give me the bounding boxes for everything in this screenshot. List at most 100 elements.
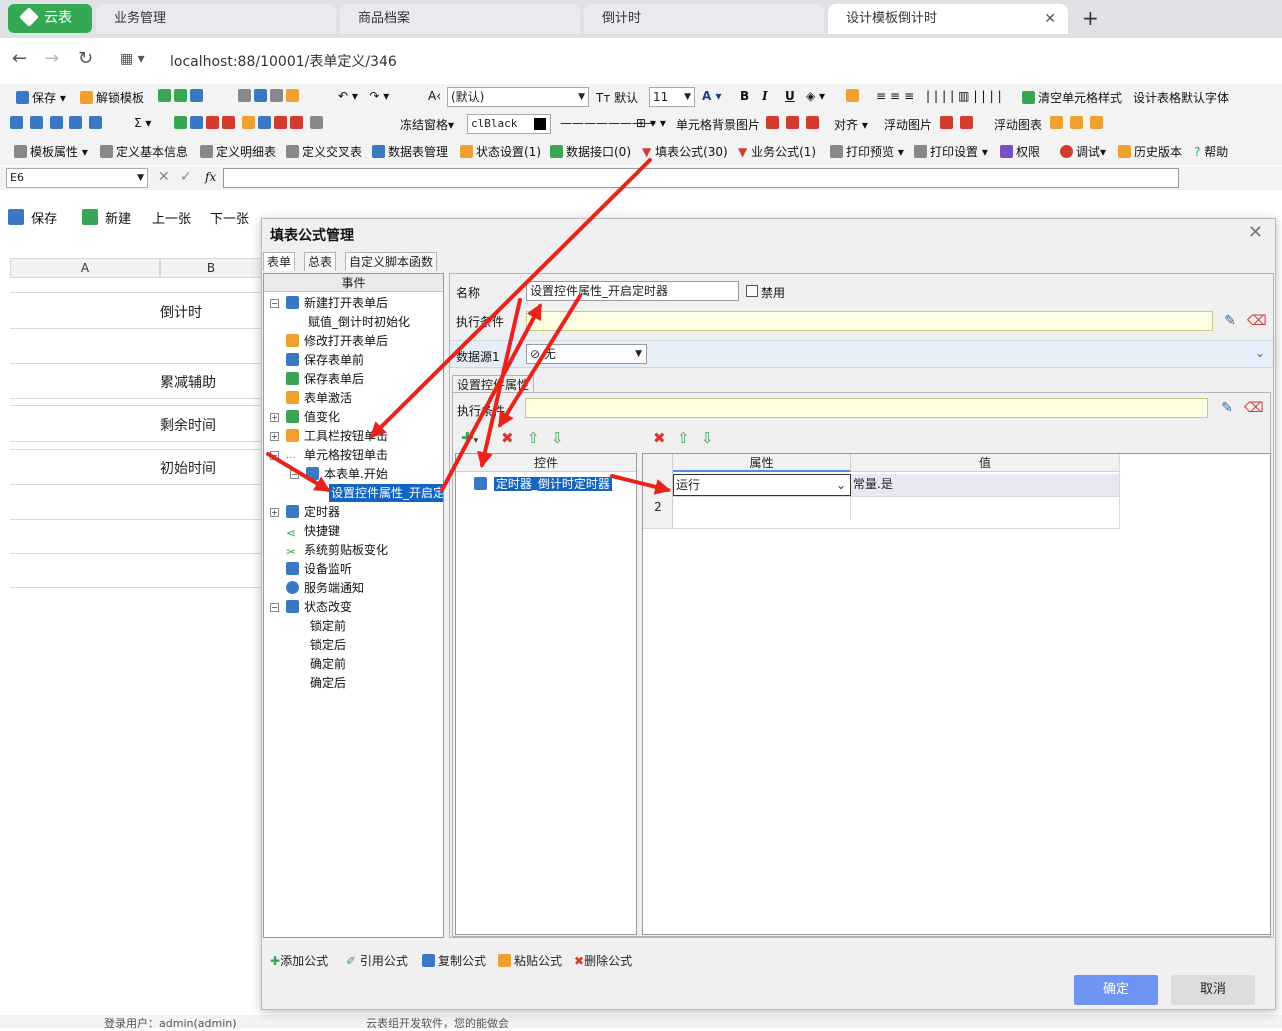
cell-bg-image-button[interactable]: 单元格背景图片 bbox=[676, 116, 760, 133]
tree-item-new-open[interactable]: 新建打开表单后 bbox=[286, 294, 388, 312]
delete-formula-button[interactable]: ✖删除公式 bbox=[574, 952, 632, 969]
datatable-mgmt-button[interactable]: 数据表管理 bbox=[372, 143, 448, 160]
undo-redo-icons[interactable]: ↶ ▾ ↷ ▾ bbox=[338, 89, 389, 103]
underline-button[interactable]: U bbox=[785, 89, 795, 103]
apps-grid-icon[interactable]: ▦ ▾ bbox=[120, 51, 145, 67]
value-cell[interactable] bbox=[851, 497, 1119, 519]
tree-item-before-lock[interactable]: 锁定前 bbox=[310, 617, 346, 635]
template-props-button[interactable]: 模板属性 ▾ bbox=[14, 143, 88, 160]
cell-countdown[interactable]: 倒计时 bbox=[160, 302, 202, 322]
state-setting-button[interactable]: 状态设置(1) bbox=[460, 143, 541, 160]
tab-form[interactable]: 表单 bbox=[263, 252, 296, 271]
font-size-select[interactable]: 11 ▼ bbox=[649, 87, 695, 107]
import-icon[interactable] bbox=[158, 89, 206, 103]
tree-item-after-save[interactable]: 保存表单后 bbox=[286, 370, 364, 388]
prev-button[interactable]: 上一张 bbox=[152, 208, 191, 227]
font-name-select[interactable]: (默认) ▼ bbox=[447, 87, 589, 107]
prop-cell-select[interactable]: 运行 ⌄ bbox=[673, 474, 851, 496]
add-formula-button[interactable]: ✚添加公式 bbox=[270, 952, 328, 969]
eraser-icon[interactable]: ⌫ bbox=[1244, 400, 1264, 416]
cell-lock-icon[interactable] bbox=[846, 89, 862, 103]
edit-icon[interactable]: ✎ bbox=[1219, 400, 1235, 416]
grid-layout-icons[interactable] bbox=[10, 116, 105, 130]
tab-custom-script[interactable]: 自定义脚本函数 bbox=[345, 252, 438, 271]
tab-countdown[interactable]: 倒计时 bbox=[584, 4, 824, 34]
move-up-icon[interactable]: ⇧ bbox=[527, 429, 540, 447]
fill-formula-button[interactable]: ▼ 填表公式(30) bbox=[642, 143, 728, 160]
tree-item-server-notify[interactable]: 服务端通知 bbox=[286, 579, 364, 597]
collapse-toggle[interactable]: − bbox=[270, 299, 279, 308]
close-icon[interactable]: ✕ bbox=[1044, 4, 1056, 34]
ok-button[interactable]: 确定 bbox=[1074, 975, 1158, 1005]
expand-toggle[interactable]: + bbox=[270, 432, 279, 441]
column-header-a[interactable]: A bbox=[10, 258, 160, 278]
expand-toggle[interactable]: + bbox=[270, 508, 279, 517]
clear-style-button[interactable]: 清空单元格样式 bbox=[1022, 89, 1122, 106]
move-down-icon[interactable]: ⇩ bbox=[551, 429, 564, 447]
chevron-down-icon[interactable]: ⌄ bbox=[836, 475, 846, 495]
cross-table-button[interactable]: 定义交叉表 bbox=[286, 143, 362, 160]
list-item[interactable]: 定时器_倒计时定时器 bbox=[474, 474, 612, 496]
confirm-edit-icon[interactable]: ✓ bbox=[180, 169, 192, 185]
print-preview-button[interactable]: 打印预览 ▾ bbox=[830, 143, 904, 160]
italic-button[interactable]: I bbox=[762, 89, 768, 103]
sub-exec-cond-input[interactable] bbox=[525, 398, 1208, 418]
tree-item-state-change[interactable]: 状态改变 bbox=[286, 598, 352, 616]
default-table-font-button[interactable]: 设计表格默认字体 bbox=[1133, 89, 1229, 106]
tree-item-assign-init[interactable]: 赋值_倒计时初始化 bbox=[308, 313, 410, 331]
collapse-toggle[interactable]: − bbox=[270, 451, 279, 460]
fill-color-icon[interactable]: ◈ ▾ bbox=[806, 89, 825, 103]
new-tab-icon[interactable]: + bbox=[1082, 6, 1099, 30]
name-input[interactable]: 设置控件属性_开启定时器 bbox=[526, 281, 739, 301]
formula-input[interactable] bbox=[223, 168, 1179, 188]
tree-item-before-confirm[interactable]: 确定前 bbox=[310, 655, 346, 673]
border-icon[interactable]: ⊞ ▾ bbox=[636, 116, 656, 130]
bold-button[interactable]: B bbox=[740, 89, 749, 103]
default-font-button[interactable]: Tт 默认 bbox=[596, 89, 638, 106]
font-color-icon[interactable]: A ▾ bbox=[702, 89, 722, 103]
align-button[interactable]: 对齐 ▾ bbox=[834, 116, 868, 133]
color-select[interactable]: clBlack bbox=[467, 114, 551, 134]
chart-icons[interactable] bbox=[1050, 116, 1106, 130]
cell-decrement-aux[interactable]: 累减辅助 bbox=[160, 372, 216, 392]
unlock-template-button[interactable]: 解锁模板 bbox=[80, 89, 144, 106]
float-image-button[interactable]: 浮动图片 bbox=[884, 116, 932, 133]
save-template-button[interactable]: 保存 ▾ bbox=[16, 89, 66, 106]
tree-item-before-save[interactable]: 保存表单前 bbox=[286, 351, 364, 369]
tree-item-timer[interactable]: 定时器 bbox=[286, 503, 340, 521]
forward-icon[interactable]: → bbox=[44, 48, 59, 69]
cut-copy-paste-icons[interactable] bbox=[238, 89, 302, 103]
column-header-b[interactable]: B bbox=[160, 258, 262, 278]
eraser-icon[interactable]: ⌫ bbox=[1247, 313, 1267, 329]
float-chart-button[interactable]: 浮动图表 bbox=[994, 116, 1042, 133]
tree-item-shortcut[interactable]: ⋖ 快捷键 bbox=[286, 522, 340, 540]
detail-table-button[interactable]: 定义明细表 bbox=[200, 143, 276, 160]
collapse-toggle[interactable]: − bbox=[290, 470, 299, 479]
tree-item-after-confirm[interactable]: 确定后 bbox=[310, 674, 346, 692]
close-icon[interactable]: ✕ bbox=[1248, 222, 1263, 243]
tree-item-after-lock[interactable]: 锁定后 bbox=[310, 636, 346, 654]
new-button[interactable]: 新建 bbox=[82, 208, 131, 227]
prop-cell[interactable] bbox=[673, 497, 851, 519]
cancel-button[interactable]: 取消 bbox=[1171, 975, 1255, 1005]
tree-item-modify-open[interactable]: 修改打开表单后 bbox=[286, 332, 388, 350]
sum-button[interactable]: Σ ▾ bbox=[134, 116, 151, 130]
tree-item-value-change[interactable]: 值变化 bbox=[286, 408, 340, 426]
ref-formula-button[interactable]: ✐ 引用公式 bbox=[346, 952, 408, 969]
tree-item-toolbar-click[interactable]: 工具栏按钮单击 bbox=[286, 427, 388, 445]
datasource-select[interactable]: ⊘ 无 ▼ bbox=[526, 344, 647, 364]
tree-item-form-activate[interactable]: 表单激活 bbox=[286, 389, 352, 407]
delete-control-icon[interactable]: ✖ bbox=[501, 429, 514, 447]
move-down-icon[interactable]: ⇩ bbox=[701, 429, 714, 447]
cell-initial-time[interactable]: 初始时间 bbox=[160, 458, 216, 478]
tab-business[interactable]: 业务管理 bbox=[96, 4, 336, 34]
collapse-toggle[interactable]: − bbox=[270, 603, 279, 612]
align-icons[interactable]: ≡≡≡ ||||▥|||| bbox=[876, 89, 1006, 103]
data-interface-button[interactable]: 数据接口(0) bbox=[550, 143, 631, 160]
tab-products[interactable]: 商品档案 bbox=[340, 4, 580, 34]
debug-button[interactable]: 调试▾ bbox=[1060, 143, 1106, 160]
delete-prop-icon[interactable]: ✖ bbox=[653, 429, 666, 447]
edit-icon[interactable]: ✎ bbox=[1222, 313, 1238, 329]
app-logo-tab[interactable]: 云表 bbox=[8, 4, 92, 33]
cell-ref-select[interactable]: E6 ▼ bbox=[6, 168, 148, 188]
